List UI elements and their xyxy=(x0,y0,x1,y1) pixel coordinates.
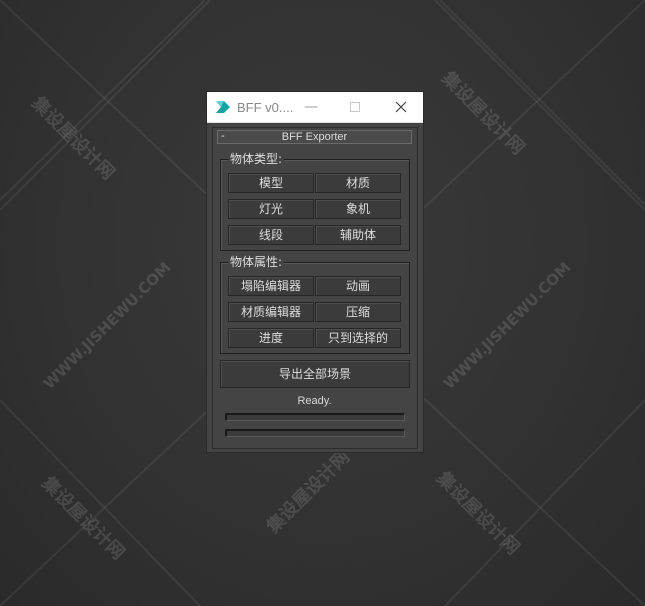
watermark-text: 集设屋设计网 xyxy=(27,92,119,185)
progress-bar-1 xyxy=(225,413,405,421)
window-title: BFF v0.... xyxy=(237,99,294,115)
collapse-editor-button[interactable]: 塌陷编辑器 xyxy=(228,276,314,296)
watermark-text: WWW.JISHEWU.COM xyxy=(440,258,575,393)
material-editor-button[interactable]: 材质编辑器 xyxy=(228,302,314,322)
rollout-header[interactable]: - BFF Exporter xyxy=(217,130,412,144)
minimize-button[interactable]: — xyxy=(293,92,329,122)
material-button[interactable]: 材质 xyxy=(315,173,401,193)
compress-button[interactable]: 压缩 xyxy=(315,302,401,322)
export-all-scene-button[interactable]: 导出全部场景 xyxy=(220,360,410,388)
watermark-text: 集设屋设计网 xyxy=(37,472,129,565)
maximize-icon xyxy=(350,102,360,112)
watermark-text: WWW.JISHEWU.COM xyxy=(40,258,175,393)
object-types-label: 物体类型: xyxy=(228,151,285,167)
spline-button[interactable]: 线段 xyxy=(228,225,314,245)
title-bar[interactable]: BFF v0.... — xyxy=(207,92,423,123)
close-icon xyxy=(395,101,407,113)
maximize-button[interactable] xyxy=(337,92,373,122)
helper-button[interactable]: 辅助体 xyxy=(315,225,401,245)
progress-bar-2 xyxy=(225,429,405,437)
camera-button[interactable]: 象机 xyxy=(315,199,401,219)
progress-button[interactable]: 进度 xyxy=(228,328,314,348)
object-props-label: 物体属性: xyxy=(228,254,285,270)
watermark-text: 集设屋设计网 xyxy=(262,446,355,538)
status-text: Ready. xyxy=(297,395,332,407)
close-button[interactable] xyxy=(383,92,419,122)
watermark-text: 集设屋设计网 xyxy=(432,467,524,560)
bff-exporter-window: BFF v0.... — - BFF Exporter 物体类型: 模型 材质 … xyxy=(206,91,424,453)
3ds-max-icon xyxy=(216,101,230,113)
model-button[interactable]: 模型 xyxy=(228,173,314,193)
selected-only-button[interactable]: 只到选择的 xyxy=(315,328,401,348)
animation-button[interactable]: 动画 xyxy=(315,276,401,296)
rollout-title: BFF Exporter xyxy=(281,131,348,143)
window-content: - BFF Exporter 物体类型: 模型 材质 灯光 象机 线段 辅助体 … xyxy=(207,123,423,452)
watermark-text: 集设屋设计网 xyxy=(437,67,529,160)
light-button[interactable]: 灯光 xyxy=(228,199,314,219)
